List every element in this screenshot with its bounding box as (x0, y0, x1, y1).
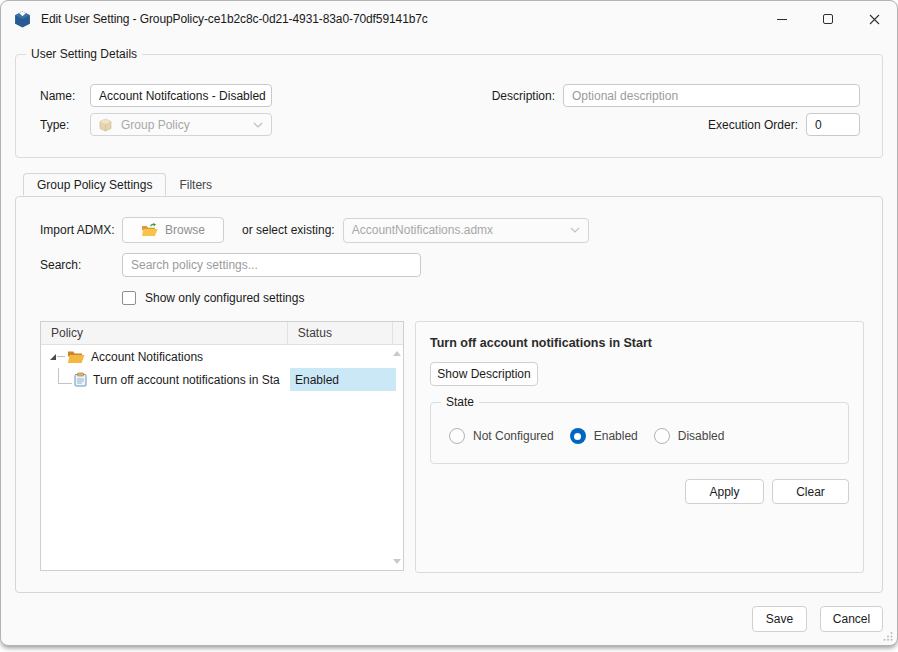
name-label: Name: (40, 89, 90, 103)
show-configured-row: Show only configured settings (40, 291, 864, 305)
description-input[interactable]: Optional description (563, 84, 860, 107)
admx-select[interactable]: AccountNotifications.admx (343, 218, 589, 243)
tab-strip: Group Policy Settings Filters (15, 173, 883, 196)
scroll-up-arrow[interactable] (393, 351, 401, 356)
import-admx-row: Import ADMX: Browse or select existing: … (40, 217, 864, 243)
search-input[interactable]: Search policy settings... (122, 253, 421, 277)
policy-tree: Policy Status Account Notifications (40, 321, 404, 571)
show-description-button[interactable]: Show Description (430, 362, 538, 386)
expander-icon[interactable] (49, 353, 57, 361)
state-group: State Not Configured Enabled Disabled (430, 402, 849, 464)
close-button[interactable] (851, 1, 897, 37)
show-configured-label: Show only configured settings (145, 291, 304, 305)
policy-setting-icon (74, 372, 87, 387)
chevron-down-icon (253, 122, 263, 128)
user-setting-details-group: User Setting Details Name: Account Notif… (15, 54, 883, 158)
execution-order-input[interactable]: 0 (806, 113, 860, 136)
cancel-button[interactable]: Cancel (820, 606, 883, 632)
tree-row-turn-off-notifications[interactable]: Turn off account notifications in Sta En… (41, 368, 403, 391)
state-legend: State (441, 395, 479, 409)
radio-icon-checked[interactable] (570, 428, 586, 444)
tab-filters[interactable]: Filters (166, 173, 225, 196)
policy-column-header[interactable]: Policy (41, 322, 288, 344)
window-title: Edit User Setting - GroupPolicy-ce1b2c8c… (41, 12, 428, 26)
radio-icon[interactable] (449, 428, 465, 444)
status-column-header[interactable]: Status (288, 322, 393, 344)
resize-grip[interactable] (883, 631, 893, 641)
radio-enabled[interactable]: Enabled (570, 428, 638, 444)
title-bar: Edit User Setting - GroupPolicy-ce1b2c8c… (1, 1, 897, 37)
search-label: Search: (40, 258, 122, 272)
apply-button[interactable]: Apply (685, 479, 764, 504)
browse-button[interactable]: Browse (122, 217, 224, 243)
tree-header: Policy Status (41, 322, 403, 345)
dialog-window: Edit User Setting - GroupPolicy-ce1b2c8c… (0, 0, 898, 646)
description-label: Description: (492, 89, 555, 103)
status-cell-enabled[interactable]: Enabled (290, 368, 396, 391)
type-dropdown[interactable]: Group Policy (90, 113, 272, 136)
name-input[interactable]: Account Notifcations - Disabled (90, 84, 272, 107)
search-row: Search: Search policy settings... (40, 253, 864, 277)
maximize-button[interactable] (805, 1, 851, 37)
group-legend: User Setting Details (26, 47, 142, 61)
radio-icon[interactable] (654, 428, 670, 444)
execution-order-label: Execution Order: (708, 118, 798, 132)
tab-group-policy-settings[interactable]: Group Policy Settings (23, 173, 166, 196)
minimize-button[interactable] (759, 1, 805, 37)
clear-button[interactable]: Clear (772, 479, 849, 504)
or-select-existing-label: or select existing: (242, 223, 335, 237)
radio-disabled[interactable]: Disabled (654, 428, 725, 444)
group-policy-settings-panel: Import ADMX: Browse or select existing: … (15, 196, 883, 593)
policy-detail-title: Turn off account notifications in Start (430, 336, 849, 350)
close-icon (869, 14, 880, 25)
chevron-down-icon (570, 227, 580, 233)
app-icon (14, 11, 31, 28)
policy-detail-panel: Turn off account notifications in Start … (415, 321, 864, 573)
type-label: Type: (40, 118, 90, 132)
folder-icon (67, 350, 85, 364)
show-configured-checkbox[interactable] (122, 291, 136, 305)
tree-row-account-notifications[interactable]: Account Notifications (41, 345, 403, 368)
package-icon (99, 118, 112, 132)
scroll-down-arrow[interactable] (393, 559, 401, 564)
import-admx-label: Import ADMX: (40, 223, 122, 237)
radio-not-configured[interactable]: Not Configured (449, 428, 554, 444)
save-button[interactable]: Save (752, 606, 807, 632)
folder-open-icon (141, 223, 158, 237)
